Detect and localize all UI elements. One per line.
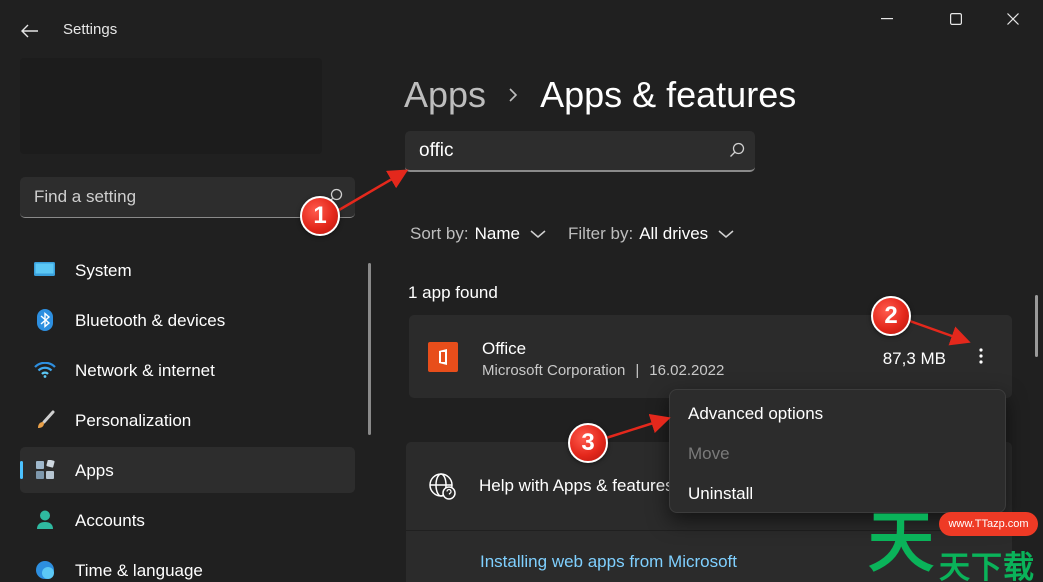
menu-item-label: Advanced options bbox=[688, 404, 824, 423]
context-menu: Advanced options Move Uninstall bbox=[669, 389, 1006, 513]
sidebar-item-label: Time & language bbox=[75, 561, 203, 580]
annotation-arrow-3 bbox=[605, 413, 671, 440]
app-name: Office bbox=[482, 339, 527, 358]
watermark-glyph: 天 bbox=[868, 504, 934, 581]
app-install-date: 16.02.2022 bbox=[649, 362, 725, 379]
title-bar: Settings bbox=[0, 0, 1043, 60]
breadcrumb-parent[interactable]: Apps bbox=[404, 74, 486, 116]
app-meta: Microsoft Corporation | 16.02.2022 bbox=[482, 362, 724, 379]
filter-by-dropdown[interactable]: Filter by: All drives bbox=[568, 222, 734, 246]
monitor-icon bbox=[34, 260, 56, 280]
maximize-button[interactable] bbox=[933, 4, 979, 34]
annotation-badge-3: 3 bbox=[568, 423, 608, 463]
profile-area bbox=[20, 58, 322, 154]
sidebar-item-label: Bluetooth & devices bbox=[75, 311, 226, 330]
search-icon[interactable] bbox=[729, 142, 745, 158]
globe-help-icon bbox=[429, 473, 456, 500]
close-icon bbox=[1007, 13, 1019, 25]
more-vertical-icon bbox=[979, 348, 983, 364]
sidebar-item-system[interactable]: System bbox=[20, 247, 355, 293]
sidebar-item-label: Personalization bbox=[75, 411, 192, 430]
filter-label: Filter by: bbox=[568, 224, 634, 243]
help-title: Help with Apps & features bbox=[479, 476, 674, 495]
brush-icon bbox=[34, 410, 56, 430]
menu-item-label: Move bbox=[688, 444, 730, 463]
back-arrow-icon bbox=[21, 24, 38, 38]
apps-icon bbox=[34, 460, 56, 480]
filter-value: All drives bbox=[639, 224, 709, 243]
office-logo-icon bbox=[428, 342, 458, 372]
menu-item-advanced-options[interactable]: Advanced options bbox=[674, 394, 1001, 430]
menu-item-uninstall[interactable]: Uninstall bbox=[674, 474, 1001, 510]
sidebar-item-network[interactable]: Network & internet bbox=[20, 347, 355, 393]
sidebar-scrollbar[interactable] bbox=[368, 263, 371, 435]
wifi-icon bbox=[34, 360, 56, 380]
chevron-down-icon bbox=[718, 229, 734, 239]
menu-item-move: Move bbox=[674, 434, 1001, 470]
app-search-input[interactable] bbox=[405, 131, 755, 170]
back-button[interactable] bbox=[14, 16, 46, 46]
sort-label: Sort by: bbox=[410, 224, 469, 243]
page-title: Apps & features bbox=[540, 74, 797, 115]
sidebar-item-personalization[interactable]: Personalization bbox=[20, 397, 355, 443]
maximize-icon bbox=[950, 13, 962, 25]
help-link[interactable]: Installing web apps from Microsoft bbox=[480, 552, 737, 572]
close-button[interactable] bbox=[990, 4, 1036, 34]
watermark-url: www.TTazp.com bbox=[939, 512, 1038, 536]
bluetooth-icon bbox=[34, 309, 56, 331]
more-options-button[interactable] bbox=[966, 341, 996, 371]
sort-value: Name bbox=[474, 224, 520, 243]
person-icon bbox=[34, 510, 56, 530]
annotation-badge-1: 1 bbox=[300, 196, 340, 236]
chevron-down-icon bbox=[530, 229, 546, 239]
selection-indicator bbox=[20, 461, 23, 479]
minimize-icon bbox=[881, 18, 893, 20]
app-size: 87,3 MB bbox=[882, 349, 946, 368]
annotation-badge-2: 2 bbox=[871, 296, 911, 336]
globe-clock-icon bbox=[34, 560, 56, 580]
sidebar-item-label: Accounts bbox=[75, 511, 145, 530]
main-scrollbar[interactable] bbox=[1035, 295, 1038, 357]
sidebar-item-apps[interactable]: Apps bbox=[20, 447, 355, 493]
meta-separator: | bbox=[635, 362, 640, 379]
watermark-text: 天下载 bbox=[939, 550, 1035, 582]
minimize-button[interactable] bbox=[864, 4, 910, 34]
sidebar-item-accounts[interactable]: Accounts bbox=[20, 497, 355, 543]
window-title: Settings bbox=[63, 21, 118, 38]
sidebar-item-label: Network & internet bbox=[75, 361, 215, 380]
sidebar-item-time-language[interactable]: Time & language bbox=[20, 547, 355, 582]
watermark: 天 www.TTazp.com 天下载 bbox=[868, 504, 1040, 582]
app-publisher: Microsoft Corporation bbox=[482, 362, 626, 379]
app-search-box[interactable] bbox=[405, 131, 755, 172]
breadcrumb: Apps Apps & features bbox=[404, 72, 796, 118]
result-count: 1 app found bbox=[408, 283, 498, 302]
sidebar-item-bluetooth[interactable]: Bluetooth & devices bbox=[20, 297, 355, 343]
sidebar-item-label: Apps bbox=[75, 461, 114, 480]
app-list-item-office[interactable]: Office Microsoft Corporation | 16.02.2022 … bbox=[409, 315, 1012, 398]
sidebar-item-label: System bbox=[75, 261, 132, 280]
chevron-right-icon bbox=[508, 87, 518, 103]
sort-by-dropdown[interactable]: Sort by: Name bbox=[410, 222, 546, 246]
menu-item-label: Uninstall bbox=[688, 484, 754, 503]
